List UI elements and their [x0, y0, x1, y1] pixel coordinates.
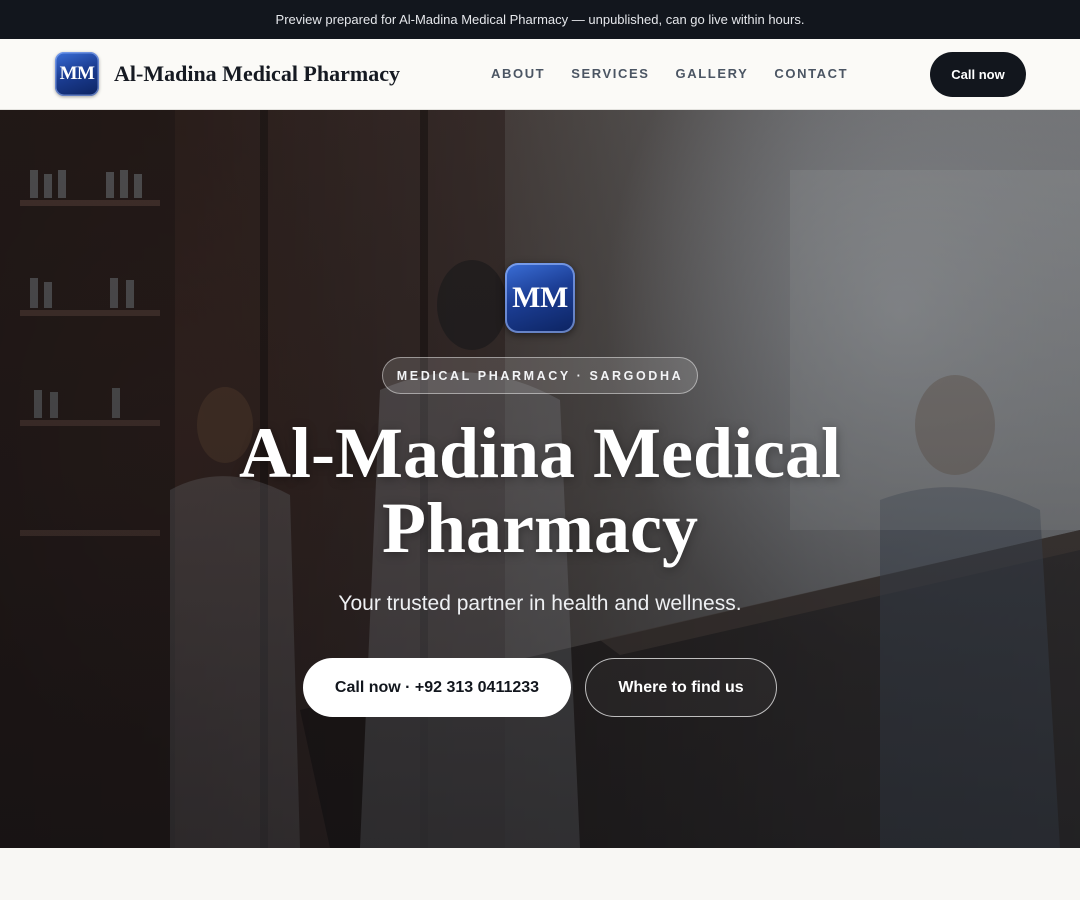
next-section: [0, 848, 1080, 900]
hero-title-line2: Pharmacy: [382, 488, 698, 568]
nav-link-contact[interactable]: CONTACT: [774, 66, 848, 81]
nav-link-about[interactable]: ABOUT: [491, 66, 545, 81]
main-nav: ABOUT SERVICES GALLERY CONTACT: [491, 66, 848, 81]
mm-logo-icon[interactable]: MM: [55, 52, 99, 96]
nav-link-services[interactable]: SERVICES: [571, 66, 649, 81]
call-now-button[interactable]: Call now: [930, 52, 1026, 97]
nav-link-gallery[interactable]: GALLERY: [676, 66, 749, 81]
preview-banner: Preview prepared for Al-Madina Medical P…: [0, 0, 1080, 39]
hero-title: Al-Madina Medical Pharmacy: [140, 416, 940, 566]
hero-subtitle: Your trusted partner in health and welln…: [338, 592, 742, 615]
hero-logo-icon: MM: [505, 263, 575, 333]
hero-tagline-pill: MEDICAL PHARMACY · SARGODHA: [382, 357, 698, 394]
site-header: MM Al-Madina Medical Pharmacy ABOUT SERV…: [0, 39, 1080, 110]
brand-name[interactable]: Al-Madina Medical Pharmacy: [114, 61, 400, 87]
hero-section: MM MEDICAL PHARMACY · SARGODHA Al-Madina…: [0, 110, 1080, 848]
hero-title-line1: Al-Madina Medical: [239, 413, 841, 493]
preview-banner-text: Preview prepared for Al-Madina Medical P…: [275, 12, 805, 27]
hero-call-button[interactable]: Call now · +92 313 0411233: [303, 658, 571, 717]
hero-location-button[interactable]: Where to find us: [585, 658, 777, 717]
